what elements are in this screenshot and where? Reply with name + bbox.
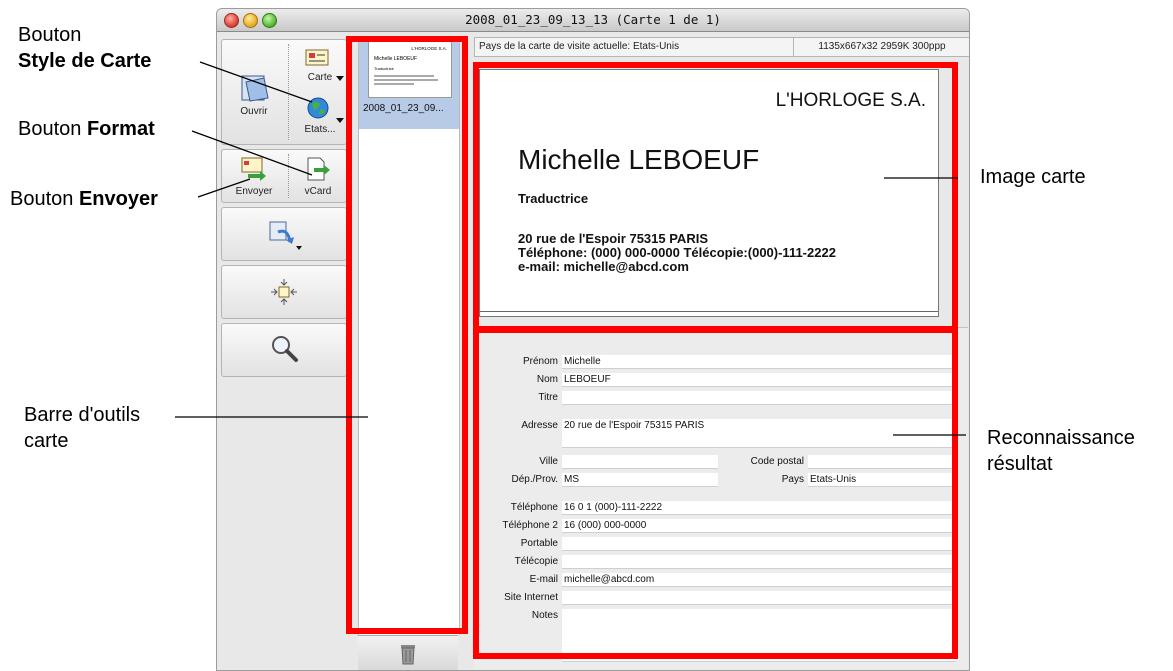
annotation-send: Bouton Envoyer — [10, 188, 158, 210]
annotation-format: Bouton Format — [18, 118, 155, 140]
annotation-card-image: Image carte — [980, 166, 1086, 188]
annotation-lines — [175, 61, 966, 436]
annotation-card-style: Bouton Style de Carte — [18, 24, 152, 72]
annotation-toolbar: Barre d'outils carte — [24, 404, 141, 452]
annotation-recognition: Reconnaissance résultat — [987, 427, 1135, 475]
